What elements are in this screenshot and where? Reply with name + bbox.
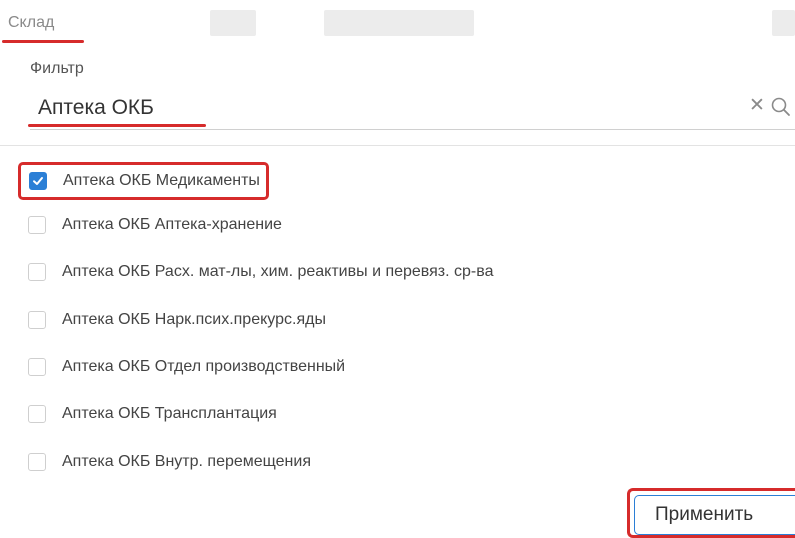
apply-button[interactable]: Применить	[634, 495, 795, 535]
option-item[interactable]: Аптека ОКБ Медикаменты	[18, 162, 269, 200]
option-item[interactable]: Аптека ОКБ Аптека-хранение	[24, 210, 282, 240]
search-icon[interactable]	[770, 96, 792, 118]
filter-label: Фильтр	[30, 60, 84, 77]
filter-input-highlight	[28, 124, 206, 127]
option-item[interactable]: Аптека ОКБ Расх. мат-лы, хим. реактивы и…	[24, 257, 493, 287]
option-label: Аптека ОКБ Трансплантация	[62, 405, 277, 422]
checkbox[interactable]	[28, 216, 46, 234]
option-item[interactable]: Аптека ОКБ Внутр. перемещения	[24, 447, 311, 477]
option-label: Аптека ОКБ Внутр. перемещения	[62, 453, 311, 470]
clear-icon[interactable]: ✕	[748, 94, 766, 118]
divider	[0, 145, 795, 146]
warehouse-tab-highlight	[2, 40, 84, 43]
checkbox[interactable]	[28, 263, 46, 281]
redacted-area	[324, 10, 474, 36]
option-label: Аптека ОКБ Медикаменты	[63, 172, 260, 189]
option-label: Аптека ОКБ Аптека-хранение	[62, 216, 282, 233]
checkbox[interactable]	[28, 405, 46, 423]
redacted-area	[772, 10, 795, 36]
option-item[interactable]: Аптека ОКБ Отдел производственный	[24, 352, 345, 382]
checkbox[interactable]	[28, 453, 46, 471]
option-label: Аптека ОКБ Расх. мат-лы, хим. реактивы и…	[62, 263, 494, 280]
warehouse-tab-label[interactable]: Склад	[8, 14, 54, 32]
option-label: Аптека ОКБ Нарк.псих.прекурс.яды	[62, 311, 326, 328]
option-label: Аптека ОКБ Отдел производственный	[62, 358, 346, 375]
checkmark-icon	[33, 177, 43, 185]
checkbox[interactable]	[28, 358, 46, 376]
option-item[interactable]: Аптека ОКБ Трансплантация	[24, 399, 277, 429]
option-item[interactable]: Аптека ОКБ Нарк.псих.прекурс.яды	[24, 305, 326, 335]
checkbox[interactable]	[28, 311, 46, 329]
checkbox-checked[interactable]	[29, 172, 47, 190]
redacted-area	[210, 10, 256, 36]
